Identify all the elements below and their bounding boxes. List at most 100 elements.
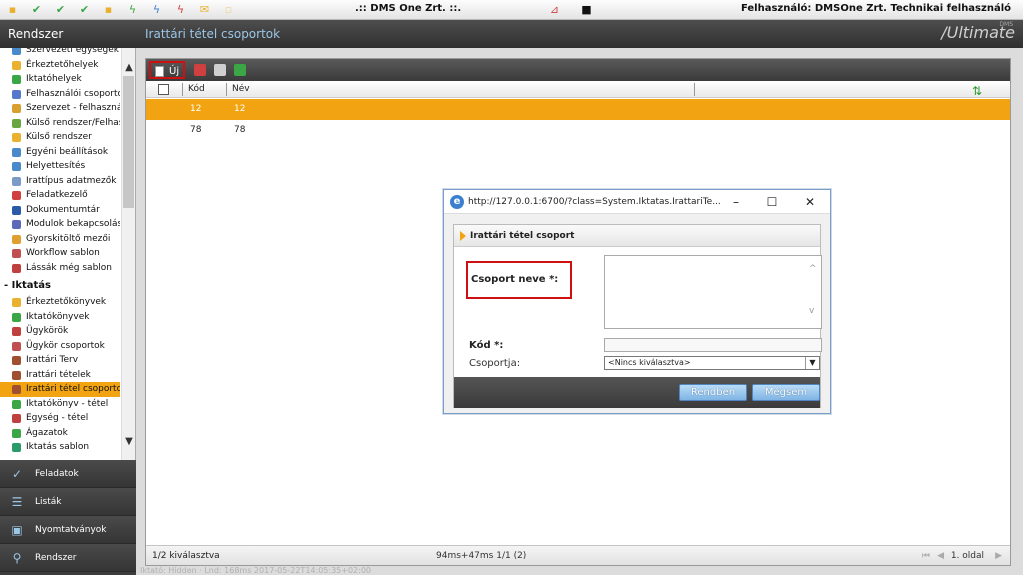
sidebar-section-iktatas[interactable]: - Iktatás bbox=[0, 275, 120, 295]
menu-item-icon bbox=[12, 176, 21, 186]
sidebar-item[interactable]: Helyettesítés bbox=[0, 159, 120, 174]
sidebar-item[interactable]: Egység - tétel bbox=[0, 411, 120, 426]
sidebar-item[interactable]: Workflow sablon bbox=[0, 246, 120, 261]
sidebar-item[interactable]: Ágazatok bbox=[0, 426, 120, 441]
lightning-red-icon[interactable]: ϟ bbox=[174, 3, 187, 16]
chevron-up-icon[interactable]: ^ bbox=[809, 264, 817, 274]
sidebar-item[interactable]: Ügykörök bbox=[0, 324, 120, 339]
sidebar-item[interactable]: Irattári tétel csoportok bbox=[0, 382, 120, 397]
sidebar-item-label: Gyorskitöltő mezői bbox=[26, 233, 111, 244]
nav-icon: ▣ bbox=[11, 523, 23, 537]
sidebar-item-label: Iktatókönyvek bbox=[26, 311, 90, 322]
chevron-down-icon[interactable]: v bbox=[809, 306, 814, 316]
minimize-icon[interactable]: – bbox=[722, 190, 750, 214]
scroll-up-icon[interactable]: ▲ bbox=[122, 62, 135, 73]
nav-icon: ☰ bbox=[11, 495, 23, 509]
nav-item-label: Feladatok bbox=[35, 469, 79, 479]
textarea-scrollbar[interactable]: ^ v bbox=[807, 256, 821, 328]
column-separator bbox=[182, 83, 183, 96]
sidebar-item[interactable]: Iktatókönyv - tétel bbox=[0, 397, 120, 412]
next-page-icon[interactable]: ▶ bbox=[995, 546, 1002, 566]
column-separator bbox=[226, 83, 227, 96]
print-icon[interactable] bbox=[214, 64, 226, 76]
sidebar-item[interactable]: Feladatkezelő bbox=[0, 188, 120, 203]
menu-item-icon bbox=[12, 370, 21, 380]
check-double-icon[interactable]: ✔ bbox=[54, 3, 67, 16]
select-all-checkbox[interactable] bbox=[158, 84, 169, 95]
check-box-icon[interactable]: ✔ bbox=[78, 3, 91, 16]
menu-item-icon bbox=[12, 191, 21, 200]
nav-item-1[interactable]: ☰ Listák bbox=[0, 488, 136, 516]
delete-icon[interactable] bbox=[194, 64, 206, 76]
sidebar: Szervezeti egységek Érkeztetőhelyek Iktató… bbox=[0, 48, 136, 460]
document-icon[interactable]: ▪ bbox=[102, 3, 115, 16]
prev-page-icon[interactable]: ◀ bbox=[937, 546, 944, 566]
window-title: .:: DMS One Zrt. ::. bbox=[355, 3, 462, 14]
sidebar-item[interactable]: Irattípus adatmezők bbox=[0, 174, 120, 189]
sidebar-item[interactable]: Irattári tételek bbox=[0, 368, 120, 383]
first-page-icon[interactable]: ⏮ bbox=[922, 546, 930, 566]
mail-icon[interactable]: ✉ bbox=[198, 3, 211, 16]
sidebar-item[interactable]: Külső rendszer bbox=[0, 130, 120, 145]
scroll-down-icon[interactable]: ▼ bbox=[122, 436, 135, 447]
note-icon[interactable]: ▫ bbox=[222, 3, 235, 16]
code-label: Kód *: bbox=[469, 340, 504, 351]
new-button[interactable]: Új bbox=[149, 61, 186, 79]
sidebar-item-label: Irattári tétel csoportok bbox=[26, 384, 120, 394]
menu-item-icon bbox=[12, 133, 21, 142]
code-input[interactable] bbox=[604, 338, 822, 352]
sidebar-item-label: Ügykörök bbox=[26, 326, 69, 336]
footer-info: Iktató: Hidden · Lnd: 168ms 2017-05-22T1… bbox=[140, 566, 371, 575]
folder-icon[interactable]: ▪ bbox=[6, 3, 19, 16]
lightning-blue-icon[interactable]: ϟ bbox=[150, 3, 163, 16]
check-icon[interactable]: ✔ bbox=[30, 3, 43, 16]
sidebar-item[interactable]: Szervezeti egységek bbox=[0, 48, 120, 58]
sidebar-item[interactable]: Felhasználói csoportok bbox=[0, 87, 120, 102]
nav-item-3[interactable]: ⚲ Rendszer bbox=[0, 544, 136, 572]
nav-item-2[interactable]: ▣ Nyomtatványok bbox=[0, 516, 136, 544]
close-icon[interactable]: ✕ bbox=[796, 190, 824, 214]
excel-export-icon[interactable] bbox=[234, 64, 246, 76]
sidebar-item-label: Érkeztetőkönyvek bbox=[26, 297, 107, 307]
sidebar-item[interactable]: Iktatókönyvek bbox=[0, 310, 120, 325]
group-name-input[interactable]: ^ v bbox=[604, 255, 822, 329]
column-header-kod[interactable]: Kód bbox=[188, 81, 205, 98]
parent-group-select[interactable]: <Nincs kiválasztva> ▼ bbox=[604, 356, 820, 370]
menu-item-icon bbox=[12, 399, 21, 409]
lightning-green-icon[interactable]: ϟ bbox=[126, 3, 139, 16]
nav-icon: ⚲ bbox=[12, 551, 22, 565]
sidebar-item[interactable]: Lássák még sablon bbox=[0, 261, 120, 276]
table-row[interactable]: 78 78 bbox=[146, 120, 1010, 141]
dropdown-arrow-icon[interactable]: ▼ bbox=[805, 357, 819, 369]
stop-icon[interactable]: ■ bbox=[580, 3, 593, 16]
sidebar-item[interactable]: Dokumentumtár bbox=[0, 203, 120, 218]
refresh-icon[interactable]: ⇅ bbox=[972, 84, 982, 98]
sidebar-item[interactable]: Külső rendszer/Felhasz bbox=[0, 116, 120, 131]
sidebar-item[interactable]: Érkeztetőkönyvek bbox=[0, 295, 120, 310]
sidebar-item[interactable]: Iktatóhelyek bbox=[0, 72, 120, 87]
sidebar-item[interactable]: Érkeztetőhelyek bbox=[0, 58, 120, 73]
sidebar-item-label: Irattári Terv bbox=[26, 355, 79, 365]
nav-icon: ✓ bbox=[11, 467, 23, 481]
ok-button[interactable]: Rendben bbox=[679, 384, 747, 401]
sidebar-item[interactable]: Modulok bekapcsolása bbox=[0, 217, 120, 232]
sidebar-item[interactable]: Ügykör csoportok bbox=[0, 339, 120, 354]
column-header-nev[interactable]: Név bbox=[232, 81, 250, 98]
scroll-thumb[interactable] bbox=[123, 76, 134, 208]
sidebar-scrollbar[interactable]: ▲ ▼ bbox=[121, 48, 135, 460]
maximize-icon[interactable]: ☐ bbox=[758, 190, 786, 214]
sidebar-item[interactable]: Szervezet - felhasználó bbox=[0, 101, 120, 116]
menu-item-icon bbox=[12, 249, 21, 258]
table-row[interactable]: 12 12 bbox=[146, 99, 1010, 120]
menu-item-icon bbox=[12, 312, 21, 322]
sidebar-item[interactable]: Egyéni beállítások bbox=[0, 145, 120, 160]
sidebar-item[interactable]: Iktatás sablon bbox=[0, 440, 120, 455]
cancel-button[interactable]: Mégsem bbox=[752, 384, 820, 401]
sidebar-item[interactable]: Irattári Terv bbox=[0, 353, 120, 368]
notification-icon[interactable]: ⊿ bbox=[548, 3, 561, 16]
new-button-label: Új bbox=[169, 66, 180, 77]
menu-item-icon bbox=[12, 48, 21, 55]
menu-item-icon bbox=[12, 428, 21, 438]
nav-item-0[interactable]: ✓ Feladatok bbox=[0, 460, 136, 488]
sidebar-item[interactable]: Gyorskitöltő mezői bbox=[0, 232, 120, 247]
